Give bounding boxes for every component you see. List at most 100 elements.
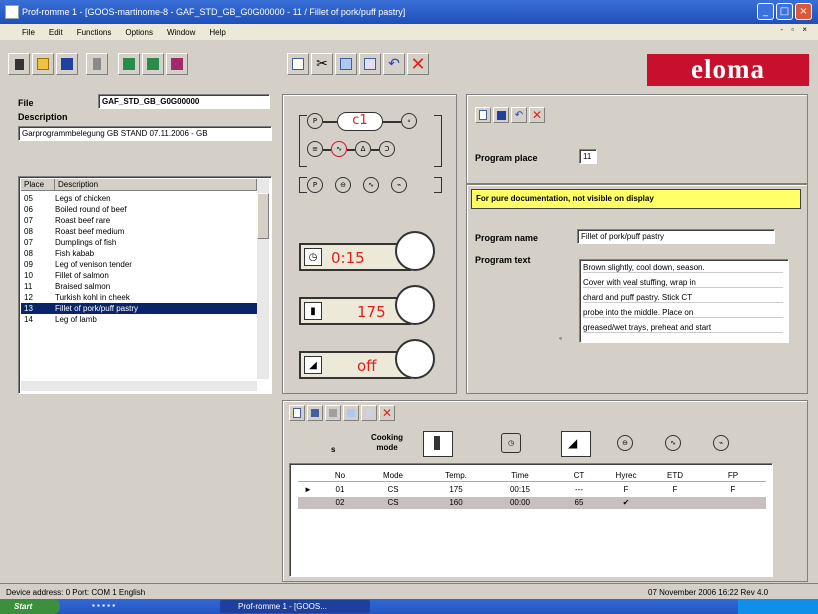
new-button[interactable] bbox=[287, 53, 309, 75]
list-item[interactable]: 10 Fillet of salmon bbox=[21, 270, 257, 281]
fan-box[interactable]: ◢ off bbox=[299, 351, 411, 379]
list-item[interactable]: 08 Fish kabab bbox=[21, 248, 257, 259]
mode-display[interactable]: c1 bbox=[337, 112, 383, 131]
undo-button[interactable]: ↶ bbox=[383, 53, 405, 75]
maximize-button[interactable]: □ bbox=[776, 3, 793, 20]
open-button[interactable] bbox=[32, 53, 54, 75]
header-mode[interactable]: Mode bbox=[362, 470, 424, 481]
time-knob[interactable] bbox=[395, 231, 435, 271]
list-item[interactable]: 08 Roast beef medium bbox=[21, 226, 257, 237]
vent-column-icon[interactable]: ⊖ bbox=[617, 435, 633, 451]
menu-edit[interactable]: Edit bbox=[47, 28, 65, 37]
move-step-button[interactable] bbox=[325, 405, 341, 421]
header-temp[interactable]: Temp. bbox=[424, 470, 488, 481]
cell-hyrec[interactable]: F bbox=[606, 484, 646, 496]
menu-file[interactable]: File bbox=[20, 28, 37, 37]
quick-launch[interactable]: ▪ ▪ ▪ ▪ ▪ bbox=[92, 601, 192, 612]
close-button[interactable]: × bbox=[795, 3, 812, 20]
energy-icon[interactable]: ⌁ bbox=[391, 177, 407, 193]
header-hyrec[interactable]: Hyrec bbox=[606, 470, 646, 481]
program-list[interactable]: Place Description 05 Legs of chicken 06 Boi… bbox=[18, 176, 272, 394]
list-vscrollbar[interactable] bbox=[257, 179, 269, 379]
temp-column-icon[interactable] bbox=[423, 431, 453, 457]
list-item[interactable]: 05 Legs of chicken bbox=[21, 193, 257, 204]
header-time[interactable]: Time bbox=[488, 470, 552, 481]
list-item[interactable]: 11 Braised salmon bbox=[21, 281, 257, 292]
convection-icon[interactable]: ∘ bbox=[401, 113, 417, 129]
humidity-column-icon[interactable]: ∿ bbox=[665, 435, 681, 451]
menu-options[interactable]: Options bbox=[123, 28, 155, 37]
cell-time: 00:15 bbox=[509, 485, 531, 494]
delete-small-button[interactable]: ✕ bbox=[529, 107, 545, 123]
list-hscrollbar[interactable] bbox=[21, 381, 257, 391]
start-button[interactable]: Start bbox=[0, 599, 60, 614]
list-item[interactable]: 06 Boiled round of beef bbox=[21, 204, 257, 215]
receive-button[interactable] bbox=[142, 53, 164, 75]
list-item[interactable]: 13 Fillet of pork/puff pastry bbox=[21, 303, 257, 314]
humidity-icon[interactable]: ∿ bbox=[363, 177, 379, 193]
header-description[interactable]: Description bbox=[55, 179, 257, 191]
vent-icon[interactable]: ⊖ bbox=[335, 177, 351, 193]
menu-window[interactable]: Window bbox=[165, 28, 197, 37]
temp-box[interactable]: ▮ 175 bbox=[299, 297, 411, 325]
add-step-button[interactable] bbox=[289, 405, 305, 421]
fan-column-icon[interactable]: ◢ bbox=[561, 431, 591, 457]
table-row[interactable]: ► 01 CS 175 00:15 --- F F F bbox=[298, 484, 766, 496]
energy-column-icon[interactable]: ⌁ bbox=[713, 435, 729, 451]
list-item[interactable]: 07 Roast beef rare bbox=[21, 215, 257, 226]
time-box[interactable]: ◷ 0:15 bbox=[299, 243, 411, 271]
paste-step-button[interactable] bbox=[361, 405, 377, 421]
cell-fp[interactable] bbox=[704, 497, 762, 509]
mdi-controls[interactable]: - ▫ × bbox=[778, 25, 812, 34]
time-column-icon[interactable]: ◷ bbox=[501, 433, 521, 453]
temp-knob[interactable] bbox=[395, 285, 435, 325]
header-no[interactable]: No bbox=[318, 470, 362, 481]
device-button[interactable] bbox=[8, 53, 30, 75]
combi-icon[interactable]: Δ bbox=[355, 141, 371, 157]
list-item[interactable]: 12 Turkish kohl in cheek bbox=[21, 292, 257, 303]
cut-button[interactable]: ✂ bbox=[311, 53, 333, 75]
steps-grid[interactable]: No Mode Temp. Time CT Hyrec ETD FP ► 01 CS… bbox=[289, 463, 773, 577]
paste-button[interactable] bbox=[359, 53, 381, 75]
save-small-button[interactable] bbox=[493, 107, 509, 123]
cell-fp[interactable]: F bbox=[704, 484, 762, 496]
menu-help[interactable]: Help bbox=[207, 28, 227, 37]
program-text-field[interactable]: Brown slightly, cool down, season. Cover … bbox=[579, 259, 789, 343]
header-fp[interactable]: FP bbox=[704, 470, 762, 481]
header-place[interactable]: Place bbox=[21, 179, 55, 191]
file-field[interactable]: GAF_STD_GB_G0G00000 bbox=[98, 94, 270, 109]
mode-p-icon[interactable]: P bbox=[307, 113, 323, 129]
hyrec-icon[interactable]: ≡ bbox=[307, 141, 323, 157]
header-etd[interactable]: ETD bbox=[646, 470, 704, 481]
copy-step-button[interactable] bbox=[343, 405, 359, 421]
cell-etd[interactable]: F bbox=[646, 484, 704, 496]
program-place-field[interactable]: 11 bbox=[579, 149, 597, 164]
undo-small-button[interactable]: ↶ bbox=[511, 107, 527, 123]
program-name-field[interactable]: Fillet of pork/puff pastry bbox=[577, 229, 775, 244]
steam-icon[interactable]: ∿ bbox=[331, 141, 347, 157]
insert-step-button[interactable] bbox=[307, 405, 323, 421]
delete-step-button[interactable]: ✕ bbox=[379, 405, 395, 421]
list-item[interactable]: 09 Leg of venison tender bbox=[21, 259, 257, 270]
compare-button[interactable] bbox=[166, 53, 188, 75]
delete-button[interactable]: ✕ bbox=[407, 53, 429, 75]
taskbar-app-button[interactable]: Prof-romme 1 - [GOOS... bbox=[220, 600, 370, 613]
cell-hyrec[interactable]: ✔ bbox=[606, 497, 646, 509]
pause-icon[interactable]: P bbox=[307, 177, 323, 193]
list-item[interactable]: 14 Leg of lamb bbox=[21, 314, 257, 325]
description-field[interactable]: Garprogrammbelegung GB STAND 07.11.2006 … bbox=[18, 126, 272, 141]
cell-etd[interactable] bbox=[646, 497, 704, 509]
probe-icon[interactable]: Ↄ bbox=[379, 141, 395, 157]
fan-knob[interactable] bbox=[395, 339, 435, 379]
list-scroll-thumb[interactable] bbox=[257, 193, 269, 239]
header-ct[interactable]: CT bbox=[552, 470, 606, 481]
save-button[interactable] bbox=[56, 53, 78, 75]
send-button[interactable] bbox=[118, 53, 140, 75]
list-item[interactable]: 07 Dumplings of fish bbox=[21, 237, 257, 248]
table-row[interactable]: 02 CS 160 00:00 65 ✔ bbox=[298, 497, 766, 509]
minimize-button[interactable]: _ bbox=[757, 3, 774, 20]
tool-button[interactable] bbox=[86, 53, 108, 75]
copy-button[interactable] bbox=[335, 53, 357, 75]
menu-functions[interactable]: Functions bbox=[75, 28, 114, 37]
new-small-button[interactable] bbox=[475, 107, 491, 123]
